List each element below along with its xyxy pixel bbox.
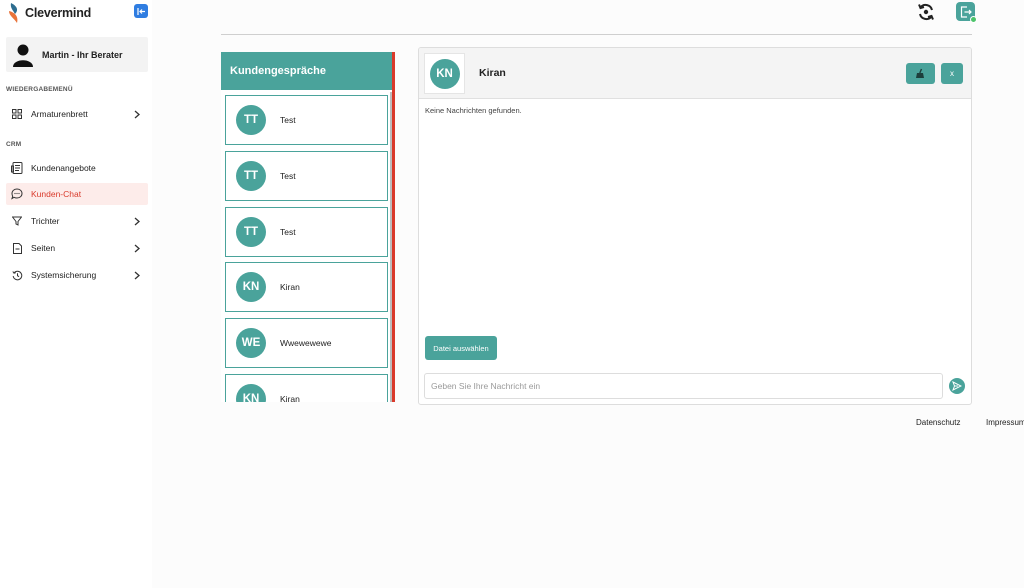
sidebar-item-label: Trichter (31, 216, 60, 226)
refresh-icon (918, 3, 934, 21)
conversation-item[interactable]: TT Test (225, 95, 388, 145)
conversation-item[interactable]: WE Wwewewewe (225, 318, 388, 368)
sidebar-item-label: Systemsicherung (31, 270, 97, 280)
conversation-item[interactable]: TT Test (225, 207, 388, 257)
chat-avatar: KN (429, 58, 460, 89)
conversation-avatar: WE (236, 328, 266, 358)
collapse-icon (136, 7, 145, 15)
dashboard-icon (11, 108, 23, 120)
chevron-right-icon (132, 269, 142, 281)
section-title-main: WIEDERGABEMENÜ (6, 86, 73, 93)
chat-panel: KN Kiran x Keine Nachrichten gefunden. D… (418, 47, 972, 405)
sidebar-item-label: Kundenangebote (31, 163, 96, 173)
logo-icon (8, 2, 22, 24)
user-avatar-icon (13, 44, 33, 67)
sidebar-item-label: Armaturenbrett (31, 109, 88, 119)
section-title-crm: CRM (6, 141, 22, 148)
footer-imprint-link[interactable]: Impressum (986, 418, 1024, 427)
conversation-avatar: TT (236, 105, 266, 135)
app-logo[interactable]: Clevermind (8, 2, 91, 24)
conversation-item[interactable]: KN Kiran (225, 374, 388, 402)
conversation-avatar: KN (236, 272, 266, 302)
collapse-sidebar-button[interactable] (134, 4, 148, 18)
conversation-name: Test (280, 171, 296, 181)
sidebar: Clevermind Martin - Ihr Berater WIEDERGA… (0, 0, 152, 588)
sidebar-item-label: Kunden-Chat (31, 189, 82, 199)
sidebar-item-label: Seiten (31, 243, 56, 253)
conversation-name: Test (280, 115, 296, 125)
cleanup-button[interactable] (906, 63, 935, 84)
broom-icon (916, 68, 924, 78)
conversation-scrollbar[interactable] (390, 92, 392, 402)
sidebar-item-funnel[interactable]: Trichter (6, 210, 148, 232)
empty-messages-text: Keine Nachrichten gefunden. (425, 106, 522, 115)
chat-avatar-frame: KN (424, 53, 465, 94)
conversation-avatar: TT (236, 217, 266, 247)
conversation-name: Test (280, 227, 296, 237)
chat-header: KN Kiran x (419, 48, 971, 99)
funnel-icon (11, 215, 23, 227)
chevron-right-icon (132, 108, 142, 120)
close-chat-button[interactable]: x (941, 63, 963, 84)
header-divider (221, 34, 972, 35)
conversation-name: Kiran (280, 394, 300, 402)
sidebar-item-dashboard[interactable]: Armaturenbrett (6, 103, 148, 125)
message-input[interactable] (424, 373, 943, 399)
send-button[interactable] (949, 378, 965, 394)
conversation-panel-title: Kundengespräche (221, 52, 392, 90)
conversation-name: Wwewewewe (280, 338, 332, 348)
page-icon (11, 242, 23, 254)
online-status-dot (970, 16, 977, 23)
user-name: Martin - Ihr Berater (42, 49, 123, 60)
logout-icon (960, 5, 972, 18)
conversation-avatar: KN (236, 384, 266, 402)
document-list-icon (11, 162, 23, 174)
conversation-name: Kiran (280, 282, 300, 292)
sidebar-item-backup[interactable]: Systemsicherung (6, 264, 148, 286)
send-icon (952, 381, 962, 391)
sidebar-item-pages[interactable]: Seiten (6, 237, 148, 259)
chevron-right-icon (132, 215, 142, 227)
user-card[interactable]: Martin - Ihr Berater (6, 37, 148, 72)
refresh-button[interactable] (914, 0, 938, 24)
choose-file-button[interactable]: Datei auswählen (425, 336, 497, 360)
conversation-panel: Kundengespräche TT Test TT Test TT Test … (221, 52, 395, 402)
history-icon (11, 269, 23, 281)
sidebar-item-customer-chat[interactable]: Kunden-Chat (6, 183, 148, 205)
conversation-item[interactable]: KN Kiran (225, 262, 388, 312)
app-name: Clevermind (25, 6, 92, 20)
sidebar-item-offers[interactable]: Kundenangebote (6, 157, 148, 179)
conversation-avatar: TT (236, 161, 266, 191)
footer-privacy-link[interactable]: Datenschutz (916, 418, 960, 427)
chat-contact-name: Kiran (479, 67, 506, 79)
conversation-item[interactable]: TT Test (225, 151, 388, 201)
chevron-right-icon (132, 242, 142, 254)
chat-bubble-icon (11, 188, 23, 200)
